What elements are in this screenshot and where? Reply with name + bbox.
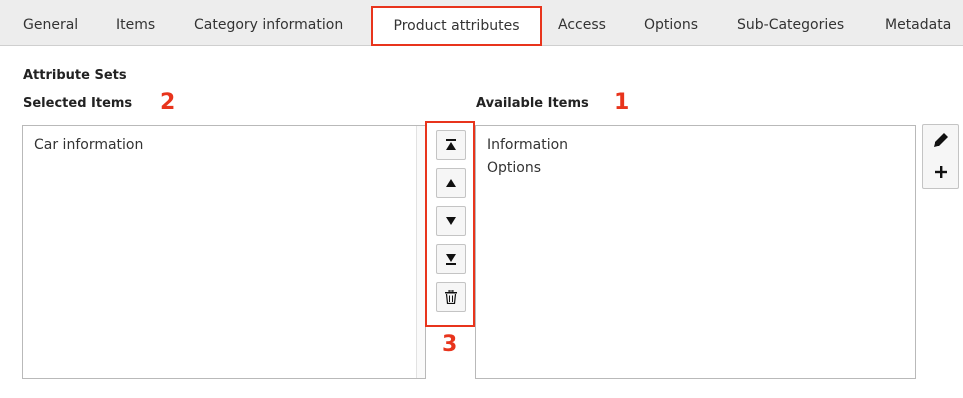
- move-to-bottom-icon: [446, 254, 456, 265]
- marker-3: 3: [442, 332, 458, 357]
- edit-button[interactable]: [922, 124, 959, 156]
- available-items-list[interactable]: Information Options: [475, 125, 916, 379]
- chevron-up-icon: [446, 179, 456, 187]
- marker-2: 2: [160, 90, 176, 115]
- tab-product-attributes-label: Product attributes: [393, 17, 520, 34]
- section-title: Attribute Sets: [23, 68, 127, 83]
- add-button[interactable]: [922, 155, 959, 189]
- trash-icon: [445, 290, 457, 304]
- tab-access[interactable]: Access: [558, 17, 606, 33]
- move-to-bottom-button[interactable]: [436, 244, 466, 274]
- tab-product-attributes[interactable]: Product attributes: [371, 6, 542, 46]
- selected-items-label: Selected Items: [23, 96, 133, 111]
- list-item[interactable]: Options: [487, 160, 541, 176]
- move-controls-group: [425, 121, 475, 327]
- move-to-top-icon: [446, 139, 456, 150]
- tab-bar: General Items Category information Produ…: [0, 0, 963, 46]
- plus-icon: [934, 165, 947, 178]
- available-items-label: Available Items: [476, 96, 589, 111]
- selected-items-list[interactable]: Car information: [22, 125, 426, 379]
- tab-general[interactable]: General: [23, 17, 78, 33]
- selected-list-scrollbar[interactable]: [416, 126, 425, 378]
- tab-items[interactable]: Items: [116, 17, 155, 33]
- tab-sub-categories[interactable]: Sub-Categories: [737, 17, 844, 33]
- tab-category-information[interactable]: Category information: [194, 17, 343, 33]
- move-to-top-button[interactable]: [436, 130, 466, 160]
- move-down-button[interactable]: [436, 206, 466, 236]
- remove-button[interactable]: [436, 282, 466, 312]
- tab-options[interactable]: Options: [644, 17, 698, 33]
- tab-metadata[interactable]: Metadata: [885, 17, 951, 33]
- marker-1: 1: [614, 90, 630, 115]
- list-item[interactable]: Car information: [34, 137, 143, 153]
- chevron-down-icon: [446, 217, 456, 225]
- move-up-button[interactable]: [436, 168, 466, 198]
- pencil-icon: [933, 133, 948, 147]
- list-item[interactable]: Information: [487, 137, 568, 153]
